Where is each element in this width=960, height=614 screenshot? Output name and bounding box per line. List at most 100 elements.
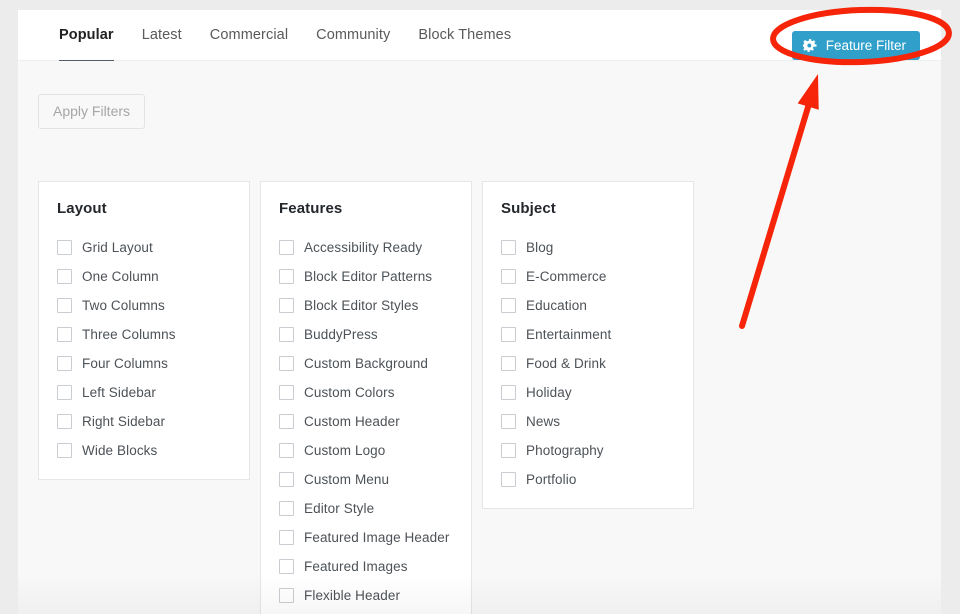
filter-checkbox-item[interactable]: Left Sidebar (57, 378, 231, 407)
filter-item-label: Photography (526, 443, 604, 458)
checkbox-icon[interactable] (279, 240, 294, 255)
checkbox-icon[interactable] (279, 298, 294, 313)
filter-checkbox-item[interactable]: Block Editor Patterns (279, 262, 453, 291)
filter-item-label: Holiday (526, 385, 572, 400)
checkbox-icon[interactable] (279, 472, 294, 487)
filter-item-label: Custom Colors (304, 385, 395, 400)
tab-block-themes[interactable]: Block Themes (404, 10, 525, 60)
checkbox-icon[interactable] (279, 443, 294, 458)
filter-checkbox-item[interactable]: Custom Background (279, 349, 453, 378)
checkbox-icon[interactable] (501, 327, 516, 342)
checkbox-icon[interactable] (57, 385, 72, 400)
filter-checkbox-item[interactable]: Featured Image Header (279, 523, 453, 552)
filter-checkbox-item[interactable]: Four Columns (57, 349, 231, 378)
filter-checkbox-item[interactable]: Custom Header (279, 407, 453, 436)
checkbox-icon[interactable] (501, 385, 516, 400)
filter-checkbox-item[interactable]: Block Editor Styles (279, 291, 453, 320)
checkbox-icon[interactable] (57, 298, 72, 313)
checkbox-icon[interactable] (57, 240, 72, 255)
filter-checkbox-item[interactable]: Blog (501, 233, 675, 262)
filter-group-title: Features (279, 200, 343, 217)
checkbox-icon[interactable] (501, 269, 516, 284)
filter-checkbox-item[interactable]: Custom Colors (279, 378, 453, 407)
filter-item-label: Featured Image Header (304, 530, 450, 545)
apply-filters-button[interactable]: Apply Filters (38, 94, 146, 129)
page-header: Popular Latest Commercial Community Block Th… (18, 10, 941, 63)
filter-checkbox-item[interactable]: Holiday (501, 378, 675, 407)
filter-group-layout: Layout Grid Layout One Column Two Columns Th… (38, 181, 250, 480)
checkbox-icon[interactable] (279, 356, 294, 371)
filter-checkbox-item[interactable]: Three Columns (57, 320, 231, 349)
filter-checkbox-item[interactable]: News (501, 407, 675, 436)
filter-checkbox-item[interactable]: Grid Layout (57, 233, 231, 262)
filter-checkbox-item[interactable]: Flexible Header (279, 581, 453, 610)
tab-popular[interactable]: Popular (41, 10, 128, 63)
checkbox-icon[interactable] (279, 385, 294, 400)
filter-checkbox-item[interactable]: Wide Blocks (57, 436, 231, 465)
filter-item-label: News (526, 414, 561, 429)
tab-community[interactable]: Community (302, 10, 404, 60)
checkbox-icon[interactable] (501, 472, 516, 487)
filter-item-label: Right Sidebar (82, 414, 166, 429)
checkbox-icon[interactable] (279, 588, 294, 603)
tab-commercial[interactable]: Commercial (196, 10, 302, 60)
checkbox-icon[interactable] (501, 356, 516, 371)
checkbox-icon[interactable] (279, 530, 294, 545)
checkbox-icon[interactable] (57, 269, 72, 284)
checkbox-icon[interactable] (279, 501, 294, 516)
feature-filter-button-label: Feature Filter (825, 37, 906, 53)
checkbox-icon[interactable] (57, 443, 72, 458)
feature-filter-button[interactable]: Feature Filter (791, 31, 920, 60)
filter-checkbox-item[interactable]: Custom Logo (279, 436, 453, 465)
checkbox-icon[interactable] (57, 356, 72, 371)
filter-item-label: Editor Style (304, 501, 375, 516)
filter-checkbox-item[interactable]: Portfolio (501, 465, 675, 494)
filter-checkbox-item[interactable]: Education (501, 291, 675, 320)
checkbox-icon[interactable] (279, 269, 294, 284)
filter-groups: Layout Grid Layout One Column Two Columns Th… (38, 181, 694, 614)
filter-item-label: Wide Blocks (82, 443, 158, 458)
filter-item-label: Four Columns (82, 356, 168, 371)
filter-item-label: Three Columns (82, 327, 176, 342)
filter-item-label: E-Commerce (526, 269, 607, 284)
filter-checkbox-item[interactable]: Footer Widgets (279, 610, 453, 614)
filter-item-label: Food & Drink (526, 356, 606, 371)
filter-checkbox-item[interactable]: Two Columns (57, 291, 231, 320)
checkbox-icon[interactable] (501, 298, 516, 313)
filter-item-label: Left Sidebar (82, 385, 156, 400)
theme-directory-page: Popular Latest Commercial Community Block Th… (18, 10, 941, 614)
checkbox-icon[interactable] (501, 414, 516, 429)
filter-item-label: BuddyPress (304, 327, 378, 342)
filter-checkbox-item[interactable]: One Column (57, 262, 231, 291)
theme-browse-tabs: Popular Latest Commercial Community Block Th… (41, 10, 525, 63)
filter-item-label: Featured Images (304, 559, 408, 574)
filter-checkbox-item[interactable]: Custom Menu (279, 465, 453, 494)
filter-item-label: Flexible Header (304, 588, 401, 603)
checkbox-icon[interactable] (279, 559, 294, 574)
checkbox-icon[interactable] (279, 414, 294, 429)
filter-item-label: Entertainment (526, 327, 612, 342)
filter-item-label: Two Columns (82, 298, 165, 313)
filter-item-label: Education (526, 298, 587, 313)
screenshot-root: Popular Latest Commercial Community Block Th… (0, 0, 960, 614)
filter-checkbox-item[interactable]: E-Commerce (501, 262, 675, 291)
checkbox-icon[interactable] (501, 443, 516, 458)
filter-group-title: Layout (57, 200, 107, 217)
checkbox-icon[interactable] (57, 327, 72, 342)
filter-checkbox-item[interactable]: Featured Images (279, 552, 453, 581)
filter-item-label: Accessibility Ready (304, 240, 423, 255)
filter-checkbox-item[interactable]: Photography (501, 436, 675, 465)
filter-checkbox-item[interactable]: Food & Drink (501, 349, 675, 378)
tab-latest[interactable]: Latest (128, 10, 196, 60)
checkbox-icon[interactable] (57, 414, 72, 429)
checkbox-icon[interactable] (279, 327, 294, 342)
checkbox-icon[interactable] (501, 240, 516, 255)
filter-item-label: One Column (82, 269, 159, 284)
filter-checkbox-item[interactable]: Editor Style (279, 494, 453, 523)
filter-item-label: Custom Background (304, 356, 429, 371)
filter-checkbox-item[interactable]: BuddyPress (279, 320, 453, 349)
filter-checkbox-item[interactable]: Right Sidebar (57, 407, 231, 436)
filter-item-label: Grid Layout (82, 240, 153, 255)
filter-checkbox-item[interactable]: Accessibility Ready (279, 233, 453, 262)
filter-checkbox-item[interactable]: Entertainment (501, 320, 675, 349)
